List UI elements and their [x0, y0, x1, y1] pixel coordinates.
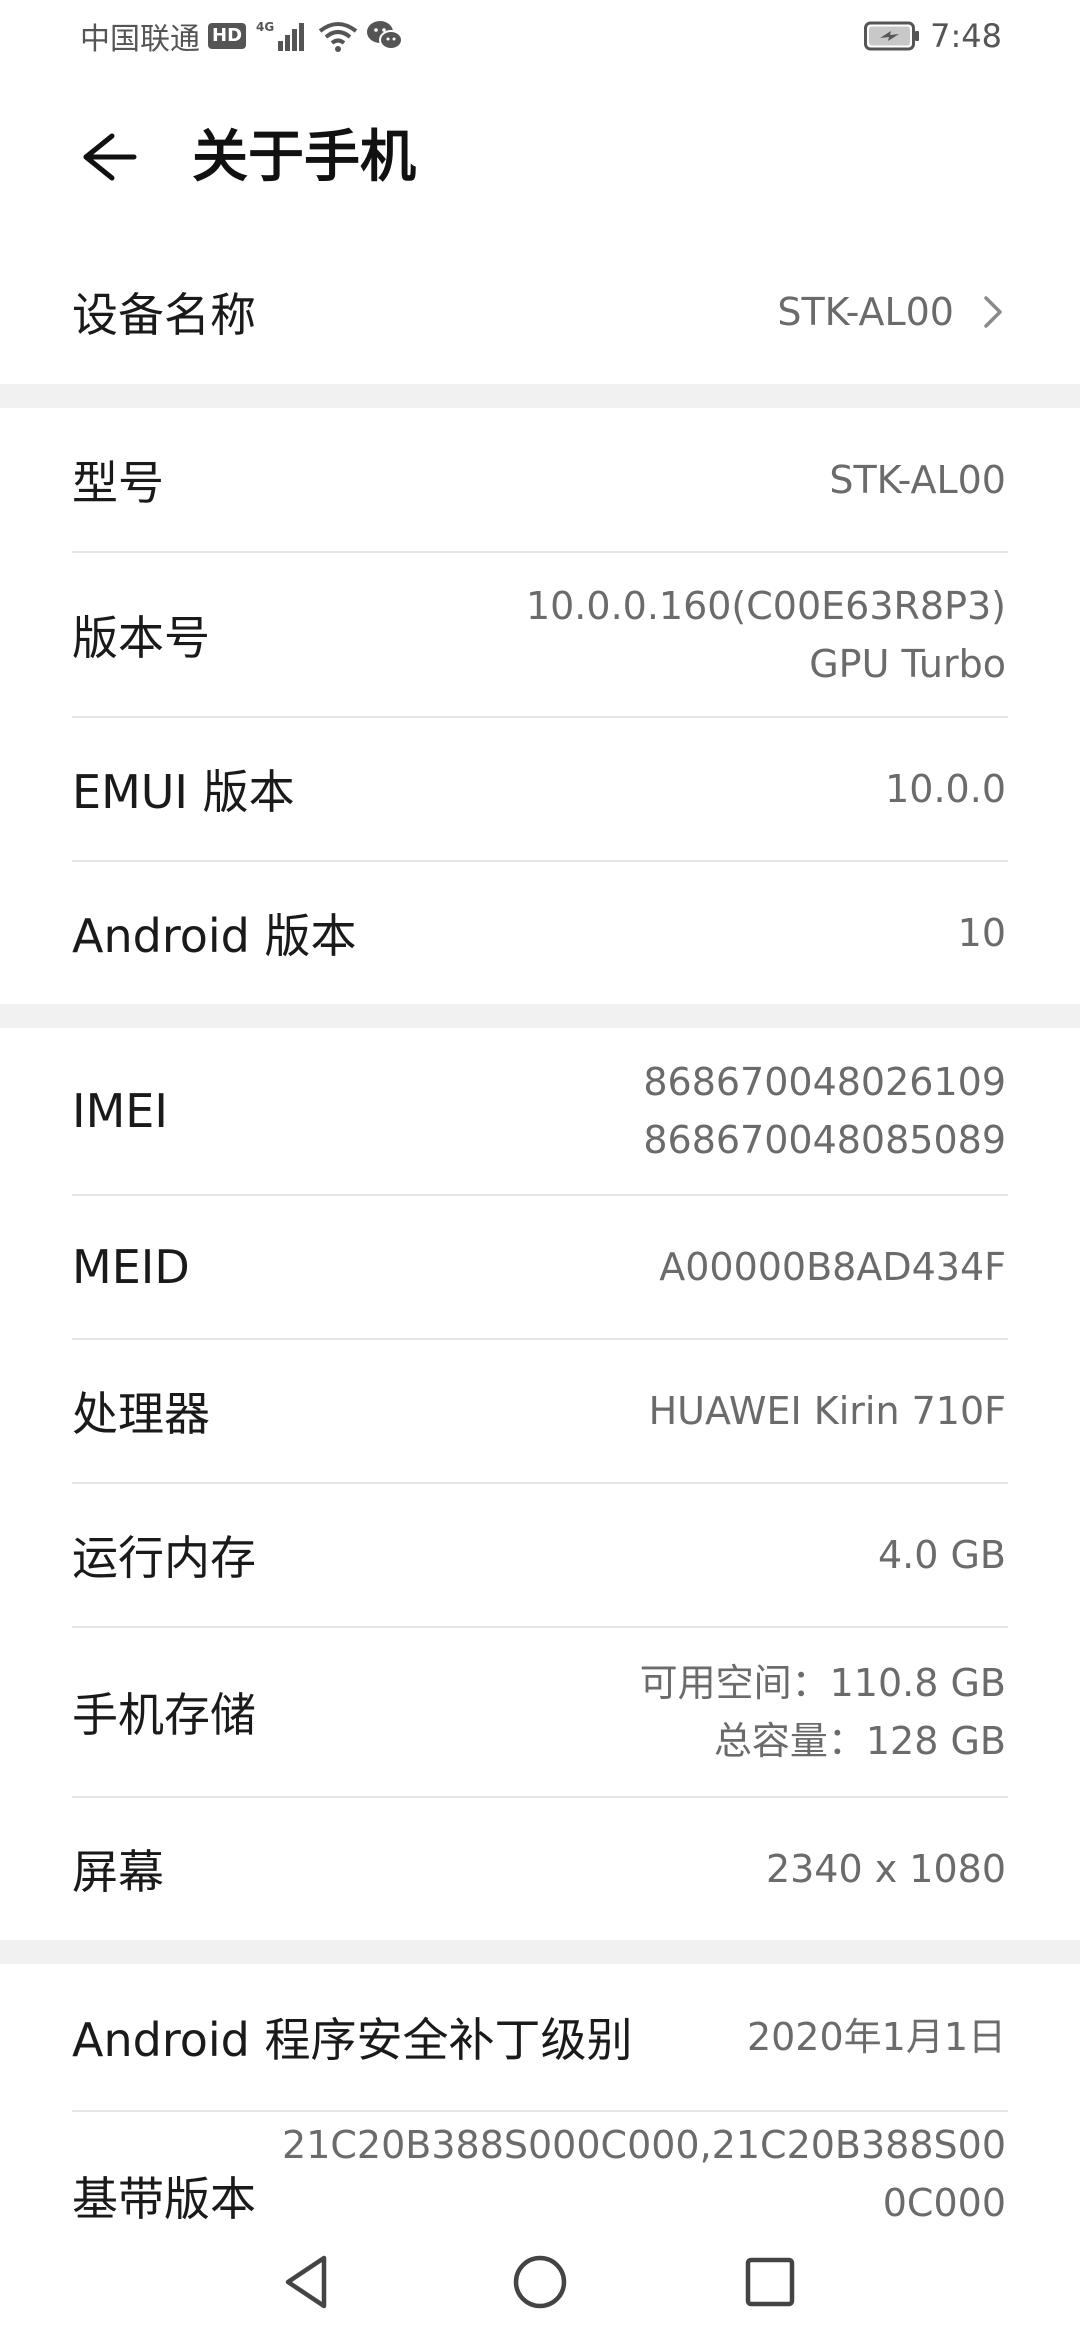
processor-row: 处理器 HUAWEI Kirin 710F [0, 1340, 1080, 1482]
emui-version-value: 10.0.0 [885, 767, 1006, 811]
meid-label: MEID [72, 1240, 190, 1294]
imei-line1: 868670048026109 [643, 1060, 1006, 1104]
model-value: STK-AL00 [829, 458, 1006, 502]
build-number-row[interactable]: 版本号 10.0.0.160(C00E63R8P3) GPU Turbo [0, 553, 1080, 717]
section-gap [0, 1940, 1080, 1964]
baseband-line2: 0C000 [882, 2181, 1006, 2224]
screen-label: 屏幕 [72, 1845, 164, 1899]
baseband-label: 基带版本 [72, 2172, 256, 2224]
model-label: 型号 [72, 456, 164, 510]
storage-available: 可用空间：110.8 GB [639, 1661, 1006, 1705]
android-version-value: 10 [957, 911, 1006, 955]
baseband-value: 21C20B388S000C000,21C20B388S00 0C000 [282, 2116, 1006, 2224]
screen-row: 屏幕 2340 x 1080 [0, 1798, 1080, 1940]
security-patch-value: 2020年1月1日 [746, 2015, 1006, 2059]
android-version-row: Android 版本 10 [0, 862, 1080, 1004]
chevron-right-icon [984, 296, 1002, 328]
security-patch-row: Android 程序安全补丁级别 2020年1月1日 [0, 1964, 1080, 2110]
storage-row: 手机存储 可用空间：110.8 GB 总容量：128 GB [0, 1628, 1080, 1796]
storage-total: 总容量：128 GB [713, 1719, 1006, 1763]
emui-version-label: EMUI 版本 [72, 765, 295, 819]
security-patch-label: Android 程序安全补丁级别 [72, 2013, 633, 2067]
imei-label: IMEI [72, 1084, 168, 1138]
nav-back-icon[interactable] [276, 2250, 340, 2314]
build-number-line1: 10.0.0.160(C00E63R8P3) [525, 584, 1006, 628]
meid-row: MEID A00000B8AD434F [0, 1196, 1080, 1338]
baseband-line1: 21C20B388S000C000,21C20B388S00 [282, 2123, 1006, 2167]
meid-value: A00000B8AD434F [659, 1245, 1006, 1289]
device-name-label: 设备名称 [72, 288, 256, 342]
imei-value: 868670048026109 868670048085089 [643, 1053, 1006, 1169]
emui-version-row: EMUI 版本 10.0.0 [0, 718, 1080, 860]
nav-recents-icon[interactable] [738, 2250, 802, 2314]
device-name-value: STK-AL00 [777, 290, 954, 334]
ram-label: 运行内存 [72, 1531, 256, 1585]
android-version-label: Android 版本 [72, 909, 357, 963]
baseband-row: 基带版本 21C20B388S000C000,21C20B388S00 0C00… [0, 2112, 1080, 2224]
device-name-row[interactable]: 设备名称 STK-AL00 [0, 240, 1080, 384]
nav-home-icon[interactable] [508, 2250, 572, 2314]
model-row: 型号 STK-AL00 [0, 408, 1080, 552]
ram-value: 4.0 GB [877, 1533, 1006, 1577]
section-gap [0, 384, 1080, 408]
scroll-content[interactable]: 设备名称 STK-AL00 型号 STK-AL00 版本号 10.0.0.160… [0, 0, 1080, 2224]
screen-value: 2340 x 1080 [765, 1847, 1006, 1891]
section-gap [0, 1004, 1080, 1028]
build-number-label: 版本号 [72, 611, 210, 665]
build-number-value: 10.0.0.160(C00E63R8P3) GPU Turbo [526, 577, 1006, 693]
processor-value: HUAWEI Kirin 710F [648, 1389, 1006, 1433]
build-number-line2: GPU Turbo [809, 642, 1006, 686]
ram-row: 运行内存 4.0 GB [0, 1484, 1080, 1626]
navigation-bar [0, 2224, 1080, 2340]
storage-value: 可用空间：110.8 GB 总容量：128 GB [640, 1654, 1006, 1770]
imei-line2: 868670048085089 [643, 1118, 1006, 1162]
imei-row: IMEI 868670048026109 868670048085089 [0, 1028, 1080, 1194]
storage-label: 手机存储 [72, 1688, 256, 1742]
processor-label: 处理器 [72, 1387, 210, 1441]
